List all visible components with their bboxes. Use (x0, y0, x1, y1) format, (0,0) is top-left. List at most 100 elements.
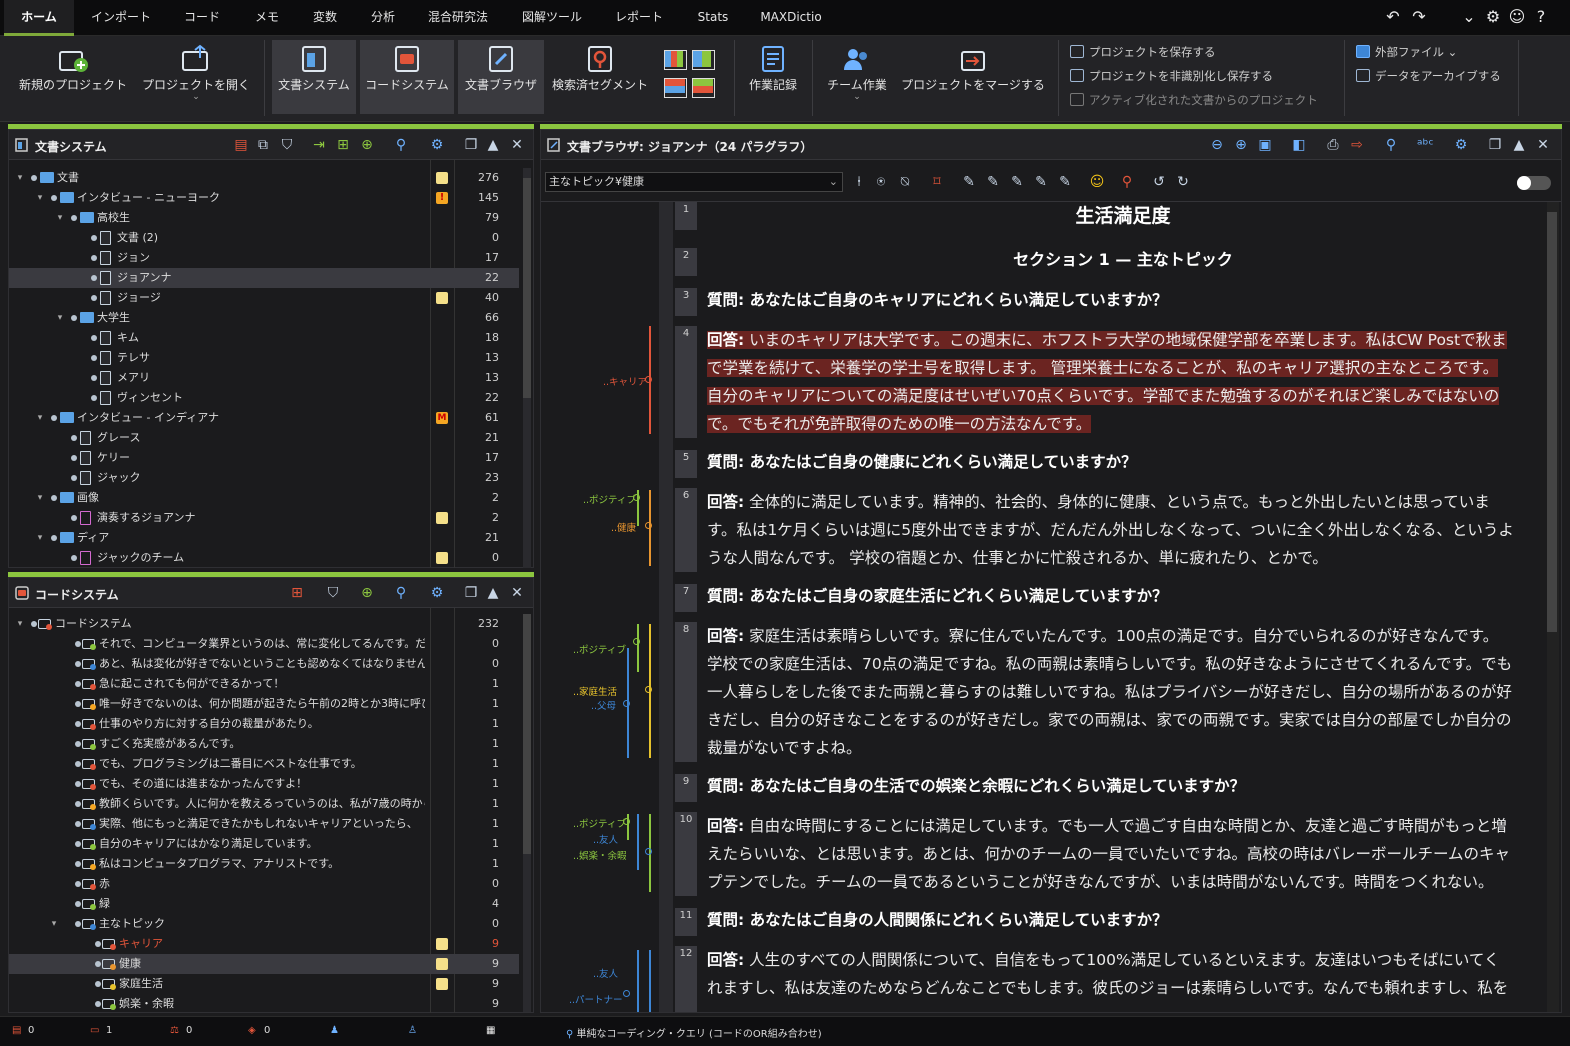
redo-code-icon[interactable]: ↻ (1175, 174, 1191, 190)
activation-dot[interactable] (75, 921, 81, 927)
activation-dot[interactable] (71, 215, 77, 221)
team-icon[interactable]: ♟ (330, 1025, 339, 1036)
code-tree-row[interactable]: ▾ 主なトピック 0 (9, 914, 519, 934)
memo-icon[interactable] (436, 552, 448, 564)
code-tree-row[interactable]: 実際、他にもっと満足できたかもしれないキャリアといったら、 1 (9, 814, 519, 834)
filter-icon[interactable]: ⛉ (325, 585, 341, 601)
activation-dot[interactable] (75, 861, 81, 867)
activation-dot[interactable] (31, 175, 37, 181)
close-icon[interactable]: ✕ (1535, 137, 1551, 153)
external-files-button[interactable]: 外部ファイル ⌄ (1356, 44, 1457, 60)
undock-icon[interactable]: ❐ (463, 585, 479, 601)
document-tree-row[interactable]: ジャック 23 (9, 468, 519, 488)
activation-dot[interactable] (71, 435, 77, 441)
coding-label-friends[interactable]: ..友人 (593, 832, 618, 846)
coding-label-career[interactable]: ..キャリア (603, 374, 647, 388)
close-icon[interactable]: ✕ (509, 137, 525, 153)
highlighter-icon[interactable]: ✎ (1057, 174, 1073, 190)
logbook-button[interactable]: 作業記録 (742, 40, 804, 114)
undo-icon[interactable]: ↶ (1384, 8, 1402, 26)
gear-icon[interactable]: ⚙ (429, 137, 445, 153)
scrollbar[interactable] (523, 614, 531, 1012)
merge-projects-button[interactable]: プロジェクトをマージする (896, 40, 1050, 114)
expand-arrow-icon[interactable]: ▾ (35, 188, 45, 208)
coding-label-positive[interactable]: ..ポジティブ (573, 642, 626, 656)
code-tree-row[interactable]: 教師くらいです。人に何かを教えるっていうのは、私が7歳の時からずっとやりたか..… (9, 794, 519, 814)
expand-arrow-icon[interactable]: ▾ (55, 208, 65, 228)
new-code-icon[interactable]: ⊞ (289, 585, 305, 601)
expand-arrow-icon[interactable]: ▾ (35, 408, 45, 428)
code-selection-icon[interactable]: ⌑ (929, 174, 945, 190)
activation-dot[interactable] (71, 315, 77, 321)
activation-dot[interactable] (95, 1001, 101, 1007)
tab-analysis[interactable]: 分析 (360, 0, 406, 36)
fit-icon[interactable]: ▣ (1257, 137, 1273, 153)
activation-dot[interactable] (51, 495, 57, 501)
code-remove-icon[interactable]: ⍉ (897, 174, 913, 190)
emoticode-icon[interactable]: ☺ (1089, 174, 1105, 190)
code-select-dropdown[interactable]: 主なトピック¥健康 ⌄ (545, 172, 843, 192)
coding-node[interactable] (645, 522, 652, 529)
zoom-out-icon[interactable]: ⊖ (1209, 137, 1225, 153)
activation-dot[interactable] (91, 235, 97, 241)
retrieved-segments-toggle[interactable]: 検索済セグメント (548, 40, 652, 114)
undock-icon[interactable]: ❐ (463, 137, 479, 153)
code-tree-row[interactable]: 自分のキャリアにはかなり満足しています。 1 (9, 834, 519, 854)
save-project-button[interactable]: プロジェクトを保存する (1070, 44, 1216, 60)
tab-import[interactable]: インポート (82, 0, 160, 36)
activation-dot[interactable] (91, 375, 97, 381)
coding-label-parents[interactable]: ..父母 (591, 698, 616, 712)
scrollbar[interactable] (1547, 202, 1559, 1012)
activation-dot[interactable] (71, 475, 77, 481)
document-tree-row[interactable]: メアリ 13 (9, 368, 519, 388)
coding-node[interactable] (633, 638, 640, 645)
document-tree-row[interactable]: ケリー 17 (9, 448, 519, 468)
export-icon[interactable]: ⇨ (1349, 137, 1365, 153)
activation-dot[interactable] (91, 255, 97, 261)
document-browser-toggle[interactable]: 文書ブラウザ (458, 40, 544, 114)
code-tree-row[interactable]: 赤0 (9, 874, 519, 894)
tab-code[interactable]: コード (172, 0, 232, 36)
coding-label-friends[interactable]: ..友人 (593, 966, 618, 980)
activation-dot[interactable] (91, 395, 97, 401)
document-tree-row[interactable]: キム 18 (9, 328, 519, 348)
memo-icon[interactable] (436, 292, 448, 304)
tab-reports[interactable]: レポート (606, 0, 672, 36)
copy-icon[interactable]: ⧉ (255, 137, 271, 153)
coding-label-partner[interactable]: ..パートナー (569, 992, 623, 1006)
memo-icon[interactable] (436, 958, 448, 970)
tab-home[interactable]: ホーム (4, 0, 74, 36)
activation-dot[interactable] (75, 661, 81, 667)
document-tree-row[interactable]: 演奏するジョアンナ 2 (9, 508, 519, 528)
new-set-icon[interactable]: ⊕ (359, 137, 375, 153)
gear-icon[interactable]: ⚙ (429, 585, 445, 601)
edit-mode-toggle[interactable] (1517, 176, 1551, 190)
activation-dot[interactable] (75, 841, 81, 847)
document-system-toggle[interactable]: 文書システム (272, 40, 356, 114)
coding-label-positive[interactable]: ..ポジティブ (583, 492, 636, 506)
activation-dot[interactable] (51, 535, 57, 541)
close-icon[interactable]: ✕ (509, 585, 525, 601)
import-icon[interactable]: ⇥ (311, 137, 327, 153)
tab-variables[interactable]: 変数 (302, 0, 348, 36)
symbol-icon[interactable]: ⚲ (1119, 174, 1135, 190)
highlighter-icon[interactable]: ✎ (985, 174, 1001, 190)
smiley-icon[interactable]: ☺ (1508, 8, 1526, 26)
code-tree-row[interactable]: 唯一好きでないのは、何か問題が起きたら午前の2時とか3時に呼び出されるこ... 1 (9, 694, 519, 714)
activation-dot[interactable] (95, 961, 101, 967)
undock-icon[interactable]: ❐ (1487, 137, 1503, 153)
coding-label-health[interactable]: ..健康 (611, 520, 636, 534)
code-system-toggle[interactable]: コードシステム (360, 40, 454, 114)
highlighter-icon[interactable]: ✎ (1009, 174, 1025, 190)
activation-dot[interactable] (75, 741, 81, 747)
memo-icon[interactable] (436, 938, 448, 950)
gear-icon[interactable]: ⚙ (1484, 8, 1502, 26)
activation-dot[interactable] (75, 801, 81, 807)
code-tree-row[interactable]: すごく充実感があるんです。 1 (9, 734, 519, 754)
layout-grid-icons[interactable] (664, 50, 716, 102)
activation-dot[interactable] (75, 781, 81, 787)
active-docs-icon[interactable]: ▤ (12, 1025, 21, 1036)
coding-label-family[interactable]: ..家庭生活 (573, 684, 617, 698)
coding-label-leisure[interactable]: ..娯楽・余暇 (573, 848, 627, 862)
code-tree-row[interactable]: でも、その道には進まなかったんですよ！ 1 (9, 774, 519, 794)
